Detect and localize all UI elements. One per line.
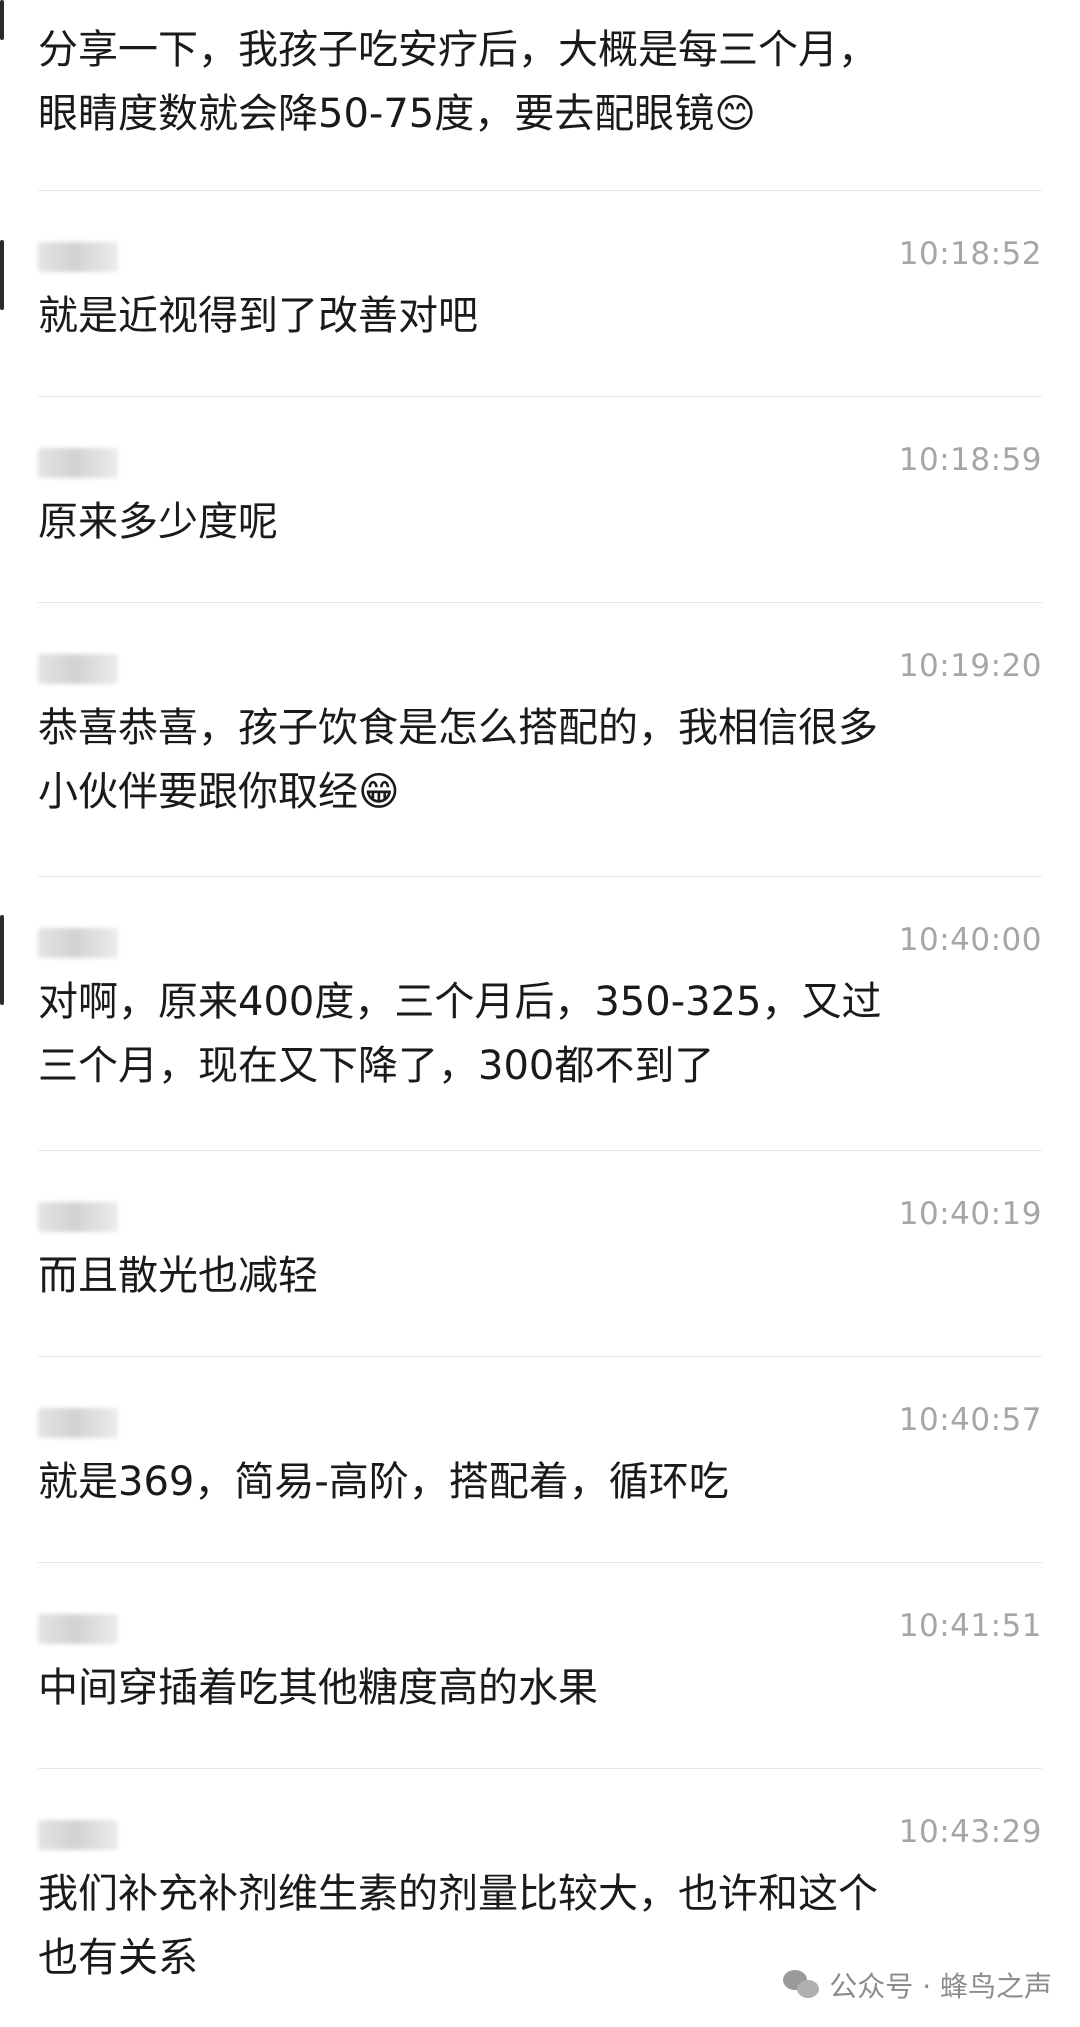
scroll-edge-mark <box>0 240 4 310</box>
message-time: 10:19:20 <box>898 648 1042 684</box>
message-time: 10:40:57 <box>898 1402 1042 1438</box>
blurred-username <box>38 242 118 272</box>
message-text: 中间穿插着吃其他糖度高的水果 <box>38 1665 598 1711</box>
message-time: 10:18:52 <box>898 236 1042 272</box>
divider <box>38 876 1042 877</box>
message-item[interactable]: 10:18:59 原来多少度呢 <box>38 434 1042 554</box>
divider <box>38 396 1042 397</box>
divider <box>38 1150 1042 1151</box>
message-item[interactable]: 10:40:57 就是369，简易-高阶，搭配着，循环吃 <box>38 1394 1042 1514</box>
scroll-edge-mark <box>0 915 4 1005</box>
message-text: 就是369，简易-高阶，搭配着，循环吃 <box>38 1459 729 1505</box>
blurred-username <box>38 1408 118 1438</box>
watermark-text: 公众号 · 蜂鸟之声 <box>829 1970 1052 2003</box>
message-item[interactable]: 10:43:29 我们补充补剂维生素的剂量比较大，也许和这个 也有关系 <box>38 1806 1042 1990</box>
divider <box>38 1562 1042 1563</box>
divider <box>38 1356 1042 1357</box>
chat-screen: 分享一下，我孩子吃安疗后，大概是每三个月， 眼睛度数就会降50-75度，要去配眼… <box>0 0 1080 2027</box>
message-item[interactable]: 10:19:20 恭喜恭喜，孩子饮食是怎么搭配的，我相信很多 小伙伴要跟你取经😁 <box>38 640 1042 824</box>
blurred-username <box>38 448 118 478</box>
message-time: 10:40:19 <box>898 1196 1042 1232</box>
message-item[interactable]: 10:40:00 对啊，原来400度，三个月后，350-325，又过 三个月，现… <box>38 914 1042 1098</box>
divider <box>38 190 1042 191</box>
message-time: 10:43:29 <box>898 1814 1042 1850</box>
blurred-username <box>38 654 118 684</box>
wechat-icon <box>783 1970 820 2000</box>
message-time: 10:41:51 <box>898 1608 1042 1644</box>
blurred-username <box>38 1614 118 1644</box>
message-text: 恭喜恭喜，孩子饮食是怎么搭配的，我相信很多 小伙伴要跟你取经😁 <box>38 705 878 815</box>
divider <box>38 1768 1042 1769</box>
message-item[interactable]: 10:41:51 中间穿插着吃其他糖度高的水果 <box>38 1600 1042 1720</box>
watermark: 公众号 · 蜂鸟之声 <box>783 1965 1052 2005</box>
grin-emoji: 😁 <box>358 769 400 815</box>
blurred-username <box>38 1202 118 1232</box>
message-item[interactable]: 10:40:19 而且散光也减轻 <box>38 1188 1042 1308</box>
message-text: 对啊，原来400度，三个月后，350-325，又过 三个月，现在又下降了，300… <box>38 979 882 1089</box>
blurred-username <box>38 1820 118 1850</box>
message-text: 原来多少度呢 <box>38 499 278 545</box>
message-time: 10:18:59 <box>898 442 1042 478</box>
message-item[interactable]: 分享一下，我孩子吃安疗后，大概是每三个月， 眼睛度数就会降50-75度，要去配眼… <box>38 18 1042 146</box>
divider <box>38 602 1042 603</box>
blurred-username <box>38 928 118 958</box>
message-text: 而且散光也减轻 <box>38 1253 318 1299</box>
message-time: 10:40:00 <box>898 922 1042 958</box>
message-text: 就是近视得到了改善对吧 <box>38 293 478 339</box>
message-text: 分享一下，我孩子吃安疗后，大概是每三个月， 眼睛度数就会降50-75度，要去配眼… <box>38 27 878 137</box>
scroll-edge-mark <box>0 0 4 40</box>
smile-emoji: 😊 <box>714 91 756 137</box>
message-item[interactable]: 10:18:52 就是近视得到了改善对吧 <box>38 228 1042 348</box>
